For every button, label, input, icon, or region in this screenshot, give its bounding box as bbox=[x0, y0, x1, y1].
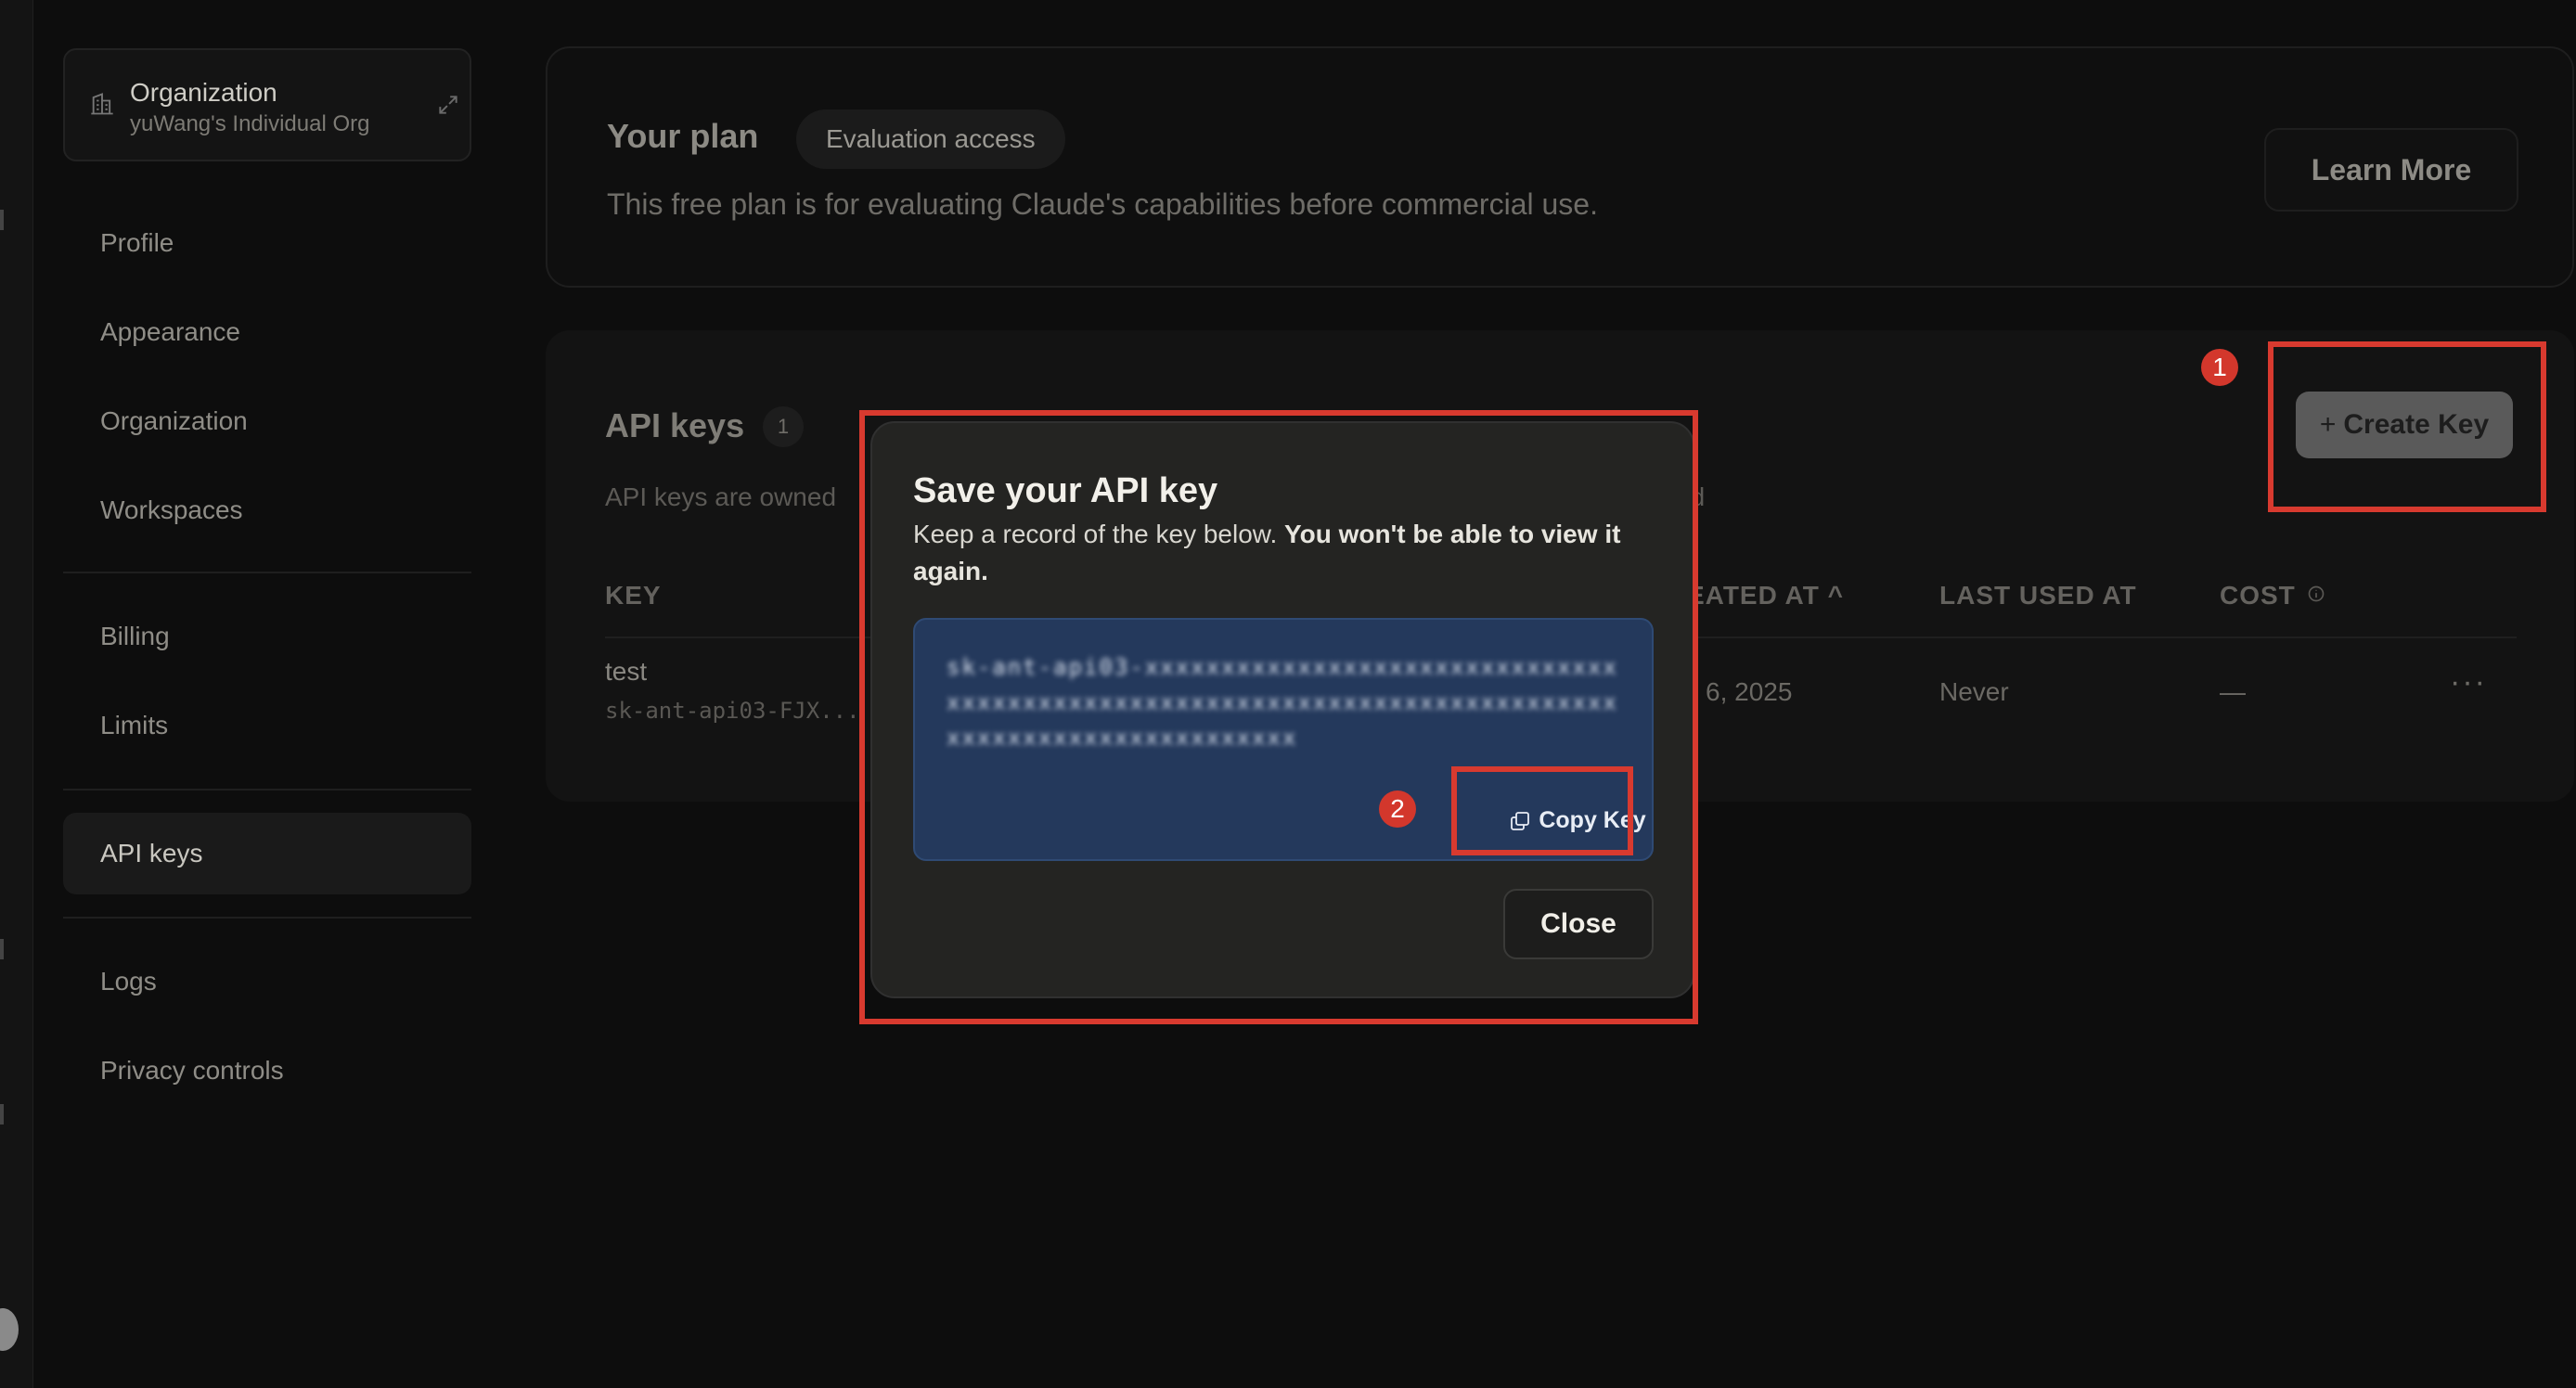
info-icon[interactable] bbox=[2307, 585, 2325, 603]
api-keys-description: API keys are owned bbox=[605, 482, 837, 511]
sidebar-item-billing[interactable]: Billing bbox=[63, 596, 471, 677]
annotation-box-copy-key bbox=[1451, 766, 1633, 855]
rail-tick bbox=[0, 1104, 4, 1125]
sidebar: Organization yuWang's Individual Org Pro… bbox=[33, 0, 497, 1388]
row-more-menu-icon[interactable]: ··· bbox=[2450, 664, 2487, 700]
key-name: test bbox=[605, 657, 648, 686]
column-header-last-used[interactable]: LAST USED AT bbox=[1939, 581, 2137, 610]
sidebar-item-workspaces[interactable]: Workspaces bbox=[63, 469, 471, 551]
plan-card: Your plan Evaluation access This free pl… bbox=[546, 46, 2574, 288]
divider bbox=[63, 572, 471, 573]
rail-tick bbox=[0, 939, 4, 959]
annotation-step-2: 2 bbox=[1379, 790, 1416, 828]
column-header-created-at[interactable]: EATED AT ^ bbox=[1687, 581, 1844, 610]
key-cost: — bbox=[2220, 677, 2246, 706]
sidebar-item-profile[interactable]: Profile bbox=[63, 202, 471, 284]
sidebar-item-organization[interactable]: Organization bbox=[63, 380, 471, 462]
sidebar-item-appearance[interactable]: Appearance bbox=[63, 291, 471, 373]
column-header-cost[interactable]: COST bbox=[2220, 581, 2296, 610]
building-icon bbox=[91, 93, 113, 115]
org-subtitle: yuWang's Individual Org bbox=[130, 111, 370, 136]
key-created-at: 6, 2025 bbox=[1706, 677, 1793, 706]
api-keys-count-badge: 1 bbox=[763, 406, 804, 447]
org-title: Organization bbox=[130, 78, 277, 107]
sidebar-item-api-keys[interactable]: API keys bbox=[63, 813, 471, 894]
key-last-used: Never bbox=[1939, 677, 2009, 706]
divider bbox=[63, 789, 471, 790]
expand-icon[interactable] bbox=[436, 93, 460, 117]
rail-tick bbox=[0, 210, 4, 230]
sidebar-item-logs[interactable]: Logs bbox=[63, 941, 471, 1022]
annotation-step-1: 1 bbox=[2201, 349, 2238, 386]
plan-description: This free plan is for evaluating Claude'… bbox=[607, 187, 1598, 221]
learn-more-button[interactable]: Learn More bbox=[2264, 128, 2518, 212]
plan-badge: Evaluation access bbox=[796, 109, 1065, 169]
left-rail bbox=[0, 0, 33, 1388]
divider bbox=[63, 917, 471, 919]
avatar[interactable] bbox=[0, 1308, 19, 1351]
sidebar-item-privacy-controls[interactable]: Privacy controls bbox=[63, 1030, 471, 1112]
org-switcher[interactable]: Organization yuWang's Individual Org bbox=[63, 48, 471, 161]
sidebar-item-limits[interactable]: Limits bbox=[63, 685, 471, 766]
annotation-box-dialog bbox=[859, 410, 1698, 1024]
plan-title: Your plan bbox=[607, 117, 759, 155]
key-prefix: sk-ant-api03-FJX... bbox=[605, 698, 860, 724]
api-keys-title: API keys bbox=[605, 406, 745, 444]
column-header-key[interactable]: KEY bbox=[605, 581, 662, 610]
annotation-box-create-key bbox=[2268, 341, 2546, 512]
